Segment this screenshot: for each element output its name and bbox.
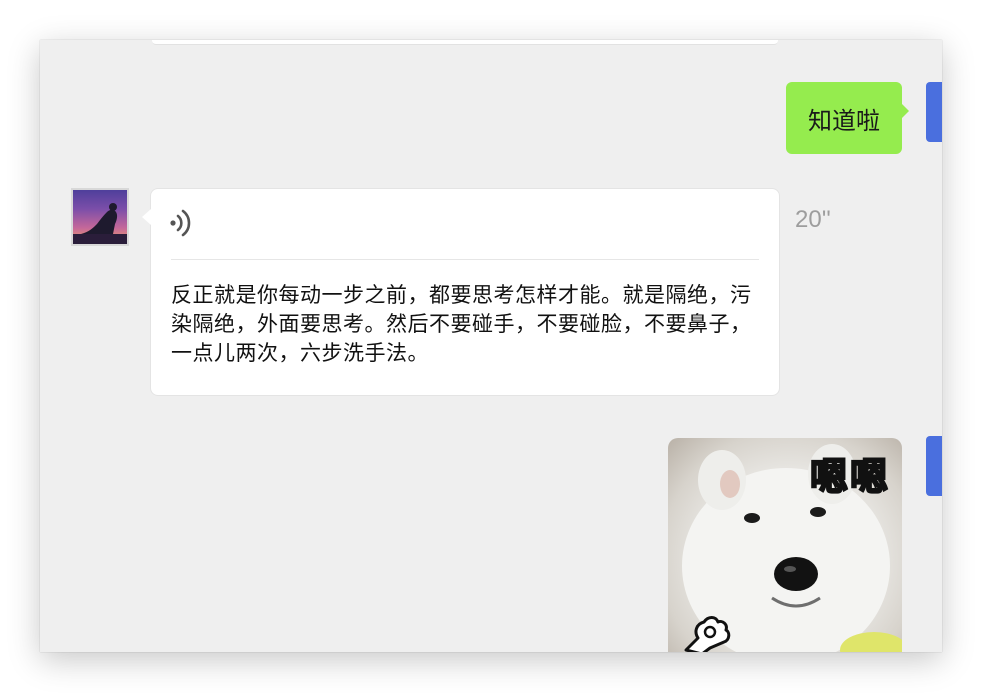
voice-duration: 20'' (795, 206, 831, 233)
voice-divider (171, 259, 759, 260)
outgoing-text-bubble[interactable]: 知道啦 (786, 82, 909, 154)
voice-wave-icon (170, 209, 191, 237)
outgoing-text: 知道啦 (808, 106, 880, 135)
ok-hand-icon (684, 616, 731, 652)
own-avatar-edge-2[interactable] (926, 436, 942, 496)
own-avatar-edge[interactable] (926, 82, 942, 142)
chat-window: 知道啦 反正就是你每动一步之前，都要思考怎样才能。就是隔绝，污染隔绝，外面要思考… (40, 40, 942, 652)
dog-sticker[interactable]: 嗯嗯 (668, 438, 902, 652)
contact-avatar[interactable] (71, 188, 129, 246)
voice-play-button[interactable] (167, 205, 197, 241)
voice-transcript: 反正就是你每动一步之前，都要思考怎样才能。就是隔绝，污染隔绝，外面要思考。然后不… (171, 283, 752, 365)
voice-message-bubble[interactable]: 反正就是你每动一步之前，都要思考怎样才能。就是隔绝，污染隔绝，外面要思考。然后不… (142, 188, 780, 396)
previous-message-edge (152, 40, 778, 45)
sticker-caption: 嗯嗯 (809, 454, 890, 500)
avatar-silhouette-icon (73, 203, 127, 244)
